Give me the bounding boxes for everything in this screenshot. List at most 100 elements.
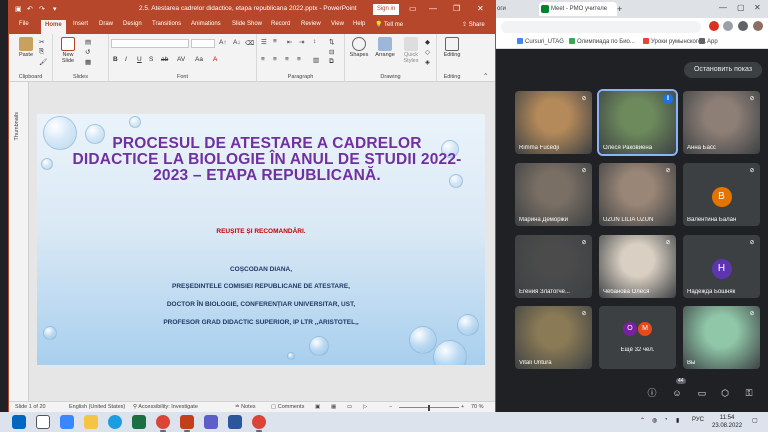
people-icon[interactable]: ☺ — [670, 386, 684, 400]
chrome-icon[interactable] — [252, 415, 266, 432]
tab-record[interactable]: Record — [271, 21, 290, 27]
shapes-button[interactable]: Shapes — [347, 37, 371, 58]
zoom-in-icon[interactable]: + — [461, 404, 464, 410]
participant-tile[interactable]: ⊘ Vitali Untura — [515, 306, 592, 369]
align-right-icon[interactable]: ≡ — [285, 56, 289, 63]
decrease-font-icon[interactable]: A↓ — [233, 39, 241, 46]
activities-icon[interactable]: ⬡ — [718, 386, 732, 400]
teams-icon[interactable] — [204, 415, 218, 429]
comments-button[interactable]: ▢ Comments — [271, 404, 304, 410]
character-spacing-button[interactable]: AV — [177, 56, 185, 63]
file-explorer-icon[interactable] — [84, 415, 98, 429]
participant-tile[interactable]: ⊘ Егения Златогче... — [515, 235, 592, 298]
decrease-indent-icon[interactable]: ⇤ — [287, 38, 292, 46]
tab-transitions[interactable]: Transitions — [152, 21, 181, 27]
host-controls-icon[interactable]: ⚿ — [742, 386, 756, 400]
normal-view-icon[interactable]: ▣ — [315, 404, 320, 410]
shape-outline-icon[interactable]: ◇ — [425, 48, 430, 56]
excel-icon[interactable] — [132, 415, 146, 429]
network-icon[interactable]: ◍ — [652, 417, 657, 424]
font-name-combo[interactable] — [111, 39, 189, 48]
sign-in-button[interactable]: Sign in — [373, 4, 399, 15]
zoom-slider-knob[interactable] — [428, 405, 430, 411]
chrome-tab-meet[interactable]: Meet - РМО учителе — [539, 2, 617, 16]
quick-styles-button[interactable]: Quick Styles — [399, 37, 423, 64]
tab-view[interactable]: View — [331, 21, 344, 27]
editing-button[interactable]: Editing — [439, 37, 465, 58]
participant-tile[interactable]: ⊘ UZUN LILIA UZUN — [599, 163, 676, 226]
justify-icon[interactable]: ≡ — [297, 56, 301, 63]
text-direction-icon[interactable]: ⇅ — [329, 38, 334, 46]
tab-home[interactable]: Home — [41, 20, 66, 34]
minimize-icon[interactable]: — — [719, 0, 727, 16]
strikethrough-button[interactable]: ab — [161, 56, 168, 63]
tab-draw[interactable]: Draw — [99, 21, 113, 27]
thumbnails-pane[interactable]: Thumbnails — [9, 82, 29, 401]
tell-me-search[interactable]: 💡 Tell me — [375, 21, 403, 28]
extension-icon[interactable] — [709, 21, 719, 31]
tab-file[interactable]: File — [19, 21, 29, 27]
bookmark-item[interactable]: App — [699, 38, 718, 45]
font-size-combo[interactable] — [191, 39, 215, 48]
search-icon[interactable] — [36, 415, 50, 429]
language-status[interactable]: English (United States) — [69, 404, 125, 410]
columns-icon[interactable]: ▥ — [313, 56, 319, 64]
accessibility-status[interactable]: ⚲ Accessibility: Investigate — [133, 404, 198, 410]
align-center-icon[interactable]: ≡ — [273, 56, 277, 63]
address-bar[interactable] — [501, 21, 701, 33]
ribbon-display-icon[interactable]: ▭ — [409, 4, 417, 13]
font-color-button[interactable]: A — [213, 56, 217, 63]
bold-button[interactable]: B — [113, 56, 118, 63]
tab-help[interactable]: Help — [353, 21, 365, 27]
redo-icon[interactable]: ↷ — [39, 5, 45, 13]
zoom-out-icon[interactable]: − — [389, 404, 392, 410]
zoom-level[interactable]: 70 % — [471, 404, 484, 410]
bookmark-item[interactable]: Олимпиада по Био... — [569, 38, 635, 45]
participant-tile[interactable]: ⊘ Вы — [683, 306, 760, 369]
shape-fill-icon[interactable]: ◆ — [425, 38, 430, 46]
notes-button[interactable]: ≐ Notes — [235, 404, 256, 410]
tab-slide-show[interactable]: Slide Show — [232, 21, 262, 27]
participant-tile[interactable]: H ⊘ Надежда Бошняк — [683, 235, 760, 298]
start-icon[interactable] — [12, 415, 26, 429]
tab-review[interactable]: Review — [301, 21, 321, 27]
smartart-icon[interactable]: ⧉ — [329, 58, 334, 66]
restore-icon[interactable]: ❐ — [453, 4, 460, 13]
change-case-button[interactable]: Aa — [195, 56, 203, 63]
participant-tile[interactable]: B ⊘ Валентина Балан — [683, 163, 760, 226]
slideshow-view-icon[interactable]: ▷ — [363, 404, 367, 410]
undo-icon[interactable]: ↶ — [27, 5, 33, 13]
participant-tile[interactable]: ⦀ Олеся Раковиена — [597, 89, 678, 156]
battery-icon[interactable]: ▮ — [676, 417, 679, 424]
extensions-puzzle-icon[interactable] — [738, 21, 748, 31]
bullets-icon[interactable]: ☰ — [261, 38, 267, 46]
chat-icon[interactable]: ▭ — [695, 386, 709, 400]
chrome-icon[interactable] — [156, 415, 170, 432]
maximize-icon[interactable]: ▢ — [737, 0, 745, 16]
participant-tile[interactable]: ⊘ Анна Басс — [683, 91, 760, 154]
layout-icon[interactable]: ▤ — [85, 38, 91, 46]
close-icon[interactable]: ✕ — [754, 0, 761, 16]
arrange-button[interactable]: Arrange — [373, 37, 397, 58]
volume-icon[interactable]: ◔ — [664, 417, 668, 423]
align-text-icon[interactable]: ⊟ — [329, 48, 334, 56]
notification-icon[interactable]: ▢ — [752, 417, 758, 424]
reset-icon[interactable]: ↺ — [85, 48, 90, 56]
tab-design[interactable]: Design — [123, 21, 142, 27]
participant-tile[interactable]: ⊘ Марина Деморжи — [515, 163, 592, 226]
line-spacing-icon[interactable]: ↕ — [313, 38, 316, 45]
tray-overflow-icon[interactable]: ⌃ — [640, 417, 645, 424]
powerpoint-icon[interactable] — [180, 415, 194, 432]
copy-icon[interactable]: ⎘ — [39, 48, 44, 56]
participant-tile[interactable]: O M Ещё 32 чел. — [599, 306, 676, 369]
info-icon[interactable]: ⓘ — [645, 386, 659, 400]
align-left-icon[interactable]: ≡ — [261, 56, 265, 63]
format-painter-icon[interactable]: 🖌 — [39, 58, 47, 66]
minimize-icon[interactable]: — — [429, 4, 437, 13]
profile-avatar[interactable] — [753, 21, 763, 31]
tab-insert[interactable]: Insert — [73, 21, 88, 27]
bookmark-star-icon[interactable] — [723, 21, 733, 31]
clock[interactable]: 11:54 23.08.2022 — [712, 414, 742, 430]
paste-button[interactable]: Paste — [15, 37, 37, 58]
slide-canvas[interactable]: PROCESUL DE ATESTARE A CADRELOR DIDACTIC… — [37, 114, 485, 365]
